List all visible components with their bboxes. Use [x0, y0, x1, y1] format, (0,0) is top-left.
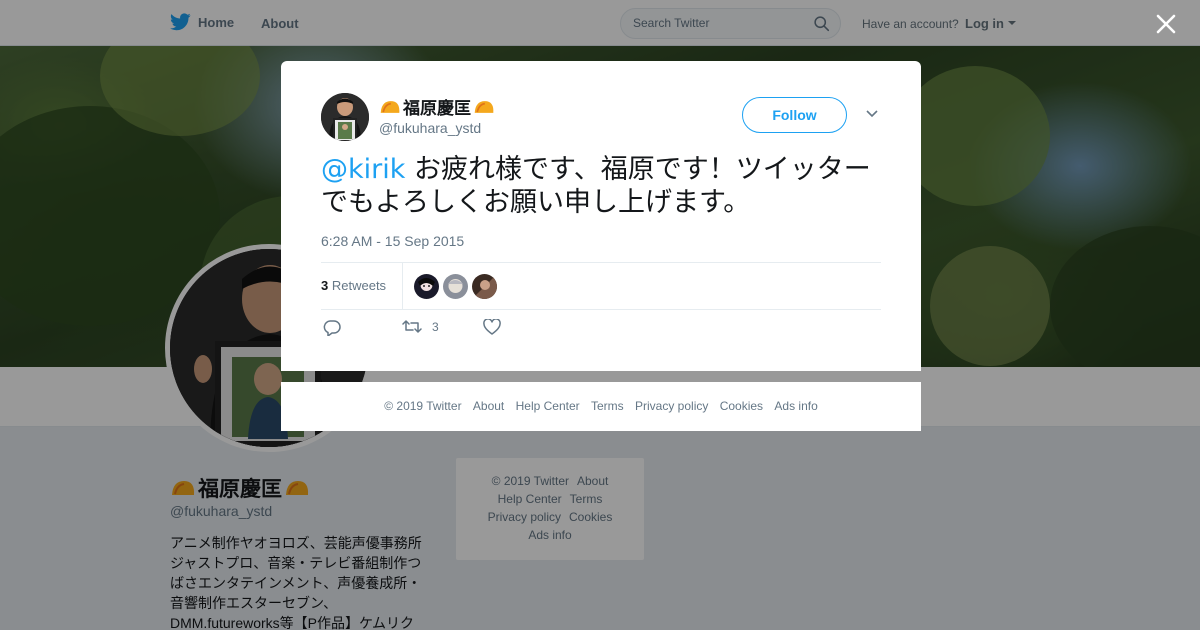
profile-bio: アニメ制作ヤオヨロズ、芸能声優事務所ジャストプロ、音楽・テレビ番組制作つばさエン… — [170, 535, 422, 630]
retweet-stat-label: Retweets — [331, 278, 387, 293]
author-photo — [321, 93, 369, 141]
taco-icon — [286, 481, 309, 495]
search-icon[interactable] — [813, 15, 830, 32]
reply-icon[interactable] — [323, 319, 341, 336]
retweeter-avatars — [414, 274, 497, 299]
have-account-text: Have an account? — [862, 17, 959, 31]
tweet-text: @kirik お疲れ様です、福原です！ツイッターでもよろしくお願い申し上げます。 — [321, 153, 886, 219]
search-input[interactable] — [633, 16, 803, 30]
modal-footer: © 2019 Twitter About Help Center Terms P… — [281, 382, 921, 431]
nav-about-link[interactable]: About — [261, 16, 299, 31]
twitter-bird-icon — [170, 13, 191, 31]
taco-icon — [380, 100, 400, 113]
sidebar-footer: © 2019 Twitter About Help Center Terms Pri… — [456, 458, 644, 560]
profile-name: 福原慶匡 — [170, 473, 310, 503]
follow-button[interactable]: Follow — [742, 97, 847, 133]
footer-link-privacy[interactable]: Privacy policy — [635, 399, 708, 413]
footer-copyright: © 2019 Twitter — [491, 474, 569, 488]
tweet-modal: 福原慶匡 @fukuhara_ystd Follow @kirik お疲れ様です… — [281, 61, 921, 371]
retweet-action[interactable]: 3 — [402, 319, 439, 334]
footer-link-terms[interactable]: Terms — [591, 399, 624, 413]
footer-link-ads-info[interactable]: Ads info — [528, 528, 571, 542]
retweet-stat-count: 3 — [321, 278, 329, 293]
footer-link-ads-info[interactable]: Ads info — [774, 399, 817, 413]
top-navigation-bar: Home About Have an account? Log in — [0, 0, 1200, 46]
footer-link-cookies[interactable]: Cookies — [569, 510, 612, 524]
taco-icon — [172, 481, 195, 495]
footer-copyright: © 2019 Twitter — [384, 399, 462, 413]
profile-name-text: 福原慶匡 — [198, 478, 282, 501]
footer-link-help-center[interactable]: Help Center — [498, 492, 562, 506]
footer-link-about[interactable]: About — [577, 474, 608, 488]
footer-link-cookies[interactable]: Cookies — [720, 399, 763, 413]
caret-down-icon[interactable] — [1008, 21, 1016, 25]
tweet-stats: 3 Retweets — [321, 262, 881, 310]
tweet-author-name[interactable]: 福原慶匡 — [379, 94, 495, 119]
retweet-icon[interactable] — [402, 319, 422, 334]
retweeter-avatar[interactable] — [414, 274, 439, 299]
footer-link-privacy[interactable]: Privacy policy — [488, 510, 561, 524]
retweet-stat[interactable]: 3 Retweets — [321, 278, 386, 293]
close-icon[interactable] — [1154, 12, 1178, 36]
tweet-author-name-text: 福原慶匡 — [403, 99, 471, 118]
search-box[interactable] — [620, 8, 841, 39]
footer-link-terms[interactable]: Terms — [570, 492, 603, 506]
tweet-timestamp[interactable]: 6:28 AM - 15 Sep 2015 — [321, 233, 464, 249]
tweet-author-avatar[interactable] — [321, 93, 369, 141]
footer-link-help-center[interactable]: Help Center — [516, 399, 580, 413]
tweet-mention-link[interactable]: @kirik — [321, 154, 405, 185]
retweeter-avatar[interactable] — [472, 274, 497, 299]
login-button[interactable]: Log in — [965, 16, 1004, 31]
taco-icon — [474, 100, 494, 113]
footer-link-about[interactable]: About — [473, 399, 504, 413]
heart-icon[interactable] — [483, 319, 501, 335]
tweet-author-handle[interactable]: @fukuhara_ystd — [379, 120, 481, 136]
stats-divider — [402, 263, 403, 309]
retweet-action-count: 3 — [432, 319, 439, 334]
nav-home-link[interactable]: Home — [170, 13, 234, 31]
profile-handle[interactable]: @fukuhara_ystd — [170, 503, 272, 519]
like-action[interactable] — [483, 319, 501, 335]
nav-home-label: Home — [198, 14, 235, 30]
chevron-down-icon[interactable] — [865, 109, 879, 119]
reply-action[interactable] — [323, 319, 341, 336]
retweeter-avatar[interactable] — [443, 274, 468, 299]
